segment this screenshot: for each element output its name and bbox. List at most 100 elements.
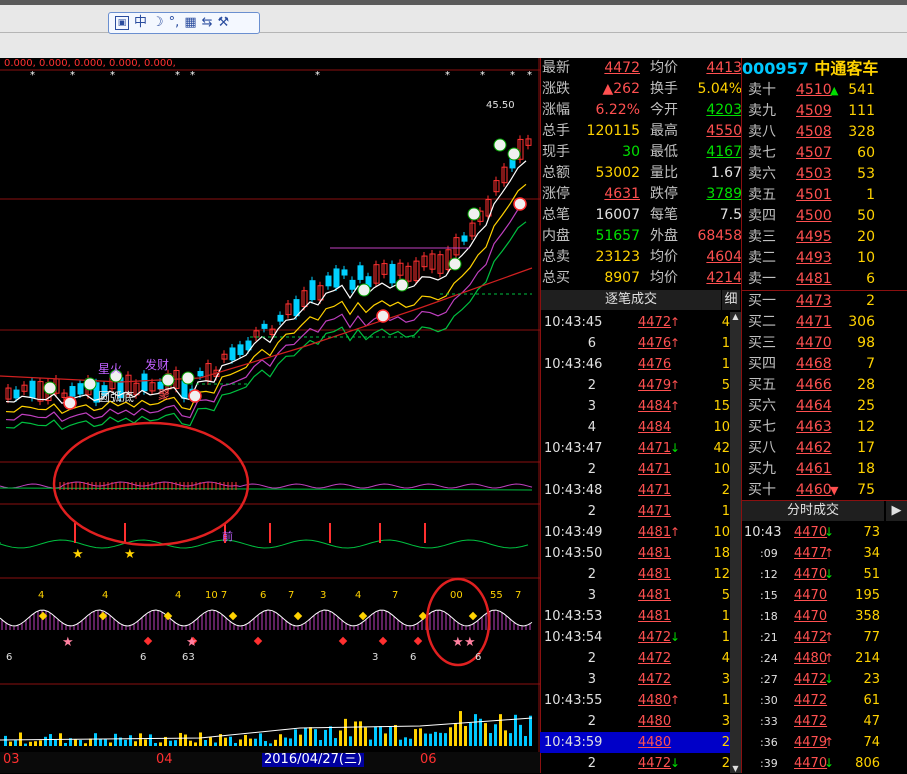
kline-chart-canvas[interactable]: * * * * * * * * * * ★ ★★ ★ ★ ★ (0, 58, 540, 752)
orderbook-row[interactable]: 买五 4466 28 (742, 375, 907, 396)
tick-row[interactable]: 2 4471 1 (540, 501, 730, 522)
tick-row[interactable]: 3 4472 3 (540, 669, 730, 690)
minute-row[interactable]: :21 4472 ↑ 77 (742, 627, 907, 648)
minute-row[interactable]: :18 4470 358 (742, 606, 907, 627)
tick-volume: 3 (721, 672, 730, 687)
orderbook-row[interactable]: 买三 4470 98 (742, 333, 907, 354)
ime-moon-icon[interactable]: ☽ (152, 14, 164, 32)
tick-row[interactable]: 2 4472 ↓ 2 (540, 753, 730, 774)
volume-bar (264, 741, 267, 746)
scroll-down-icon[interactable]: ▼ (730, 764, 741, 773)
tick-row[interactable]: 10:43:47 4471 ↓ 42 (540, 438, 730, 459)
scroll-up-icon[interactable]: ▲ (730, 312, 741, 321)
orderbook-row[interactable]: 买一 4473 2 (742, 291, 907, 312)
orderbook-volume: 60 (857, 145, 875, 161)
ime-logo-icon[interactable]: ▣ (115, 16, 129, 30)
orderbook-row[interactable]: 卖四 4500 50 (742, 206, 907, 227)
minute-arrow: ↑ (824, 735, 835, 749)
minute-time: 10:43 (744, 525, 782, 540)
ime-keyboard-icon[interactable]: ▦ (184, 14, 196, 32)
minute-panel-next-icon[interactable]: ▶ (886, 501, 907, 521)
tick-row[interactable]: 10:43:55 4480 ↑ 1 (540, 690, 730, 711)
minute-row[interactable]: :24 4480 ↑ 214 (742, 648, 907, 669)
ime-settings-icon[interactable]: ⚒ (218, 14, 230, 32)
minute-row[interactable]: :27 4472 ↓ 23 (742, 669, 907, 690)
quote-label: 总卖 (542, 249, 570, 265)
tick-row[interactable]: 10:43:49 4481 ↑ 10 (540, 522, 730, 543)
orderbook-row[interactable]: 卖十 4510 ▲ 541 (742, 80, 907, 101)
tick-row[interactable]: 3 4481 5 (540, 585, 730, 606)
orderbook-row[interactable]: 买六 4464 25 (742, 396, 907, 417)
tick-row[interactable]: 10:43:46 4476 1 (540, 354, 730, 375)
tick-row[interactable]: 10:43:45 4472 ↑ 4 (540, 312, 730, 333)
minute-volume: 806 (855, 756, 880, 771)
orderbook-row[interactable]: 买七 4463 12 (742, 417, 907, 438)
tick-row[interactable]: 2 4472 4 (540, 648, 730, 669)
tick-row[interactable]: 10:43:54 4472 ↓ 1 (540, 627, 730, 648)
tick-row[interactable]: 2 4481 12 (540, 564, 730, 585)
ime-switch-icon[interactable]: ⇆ (202, 14, 213, 32)
tick-row[interactable]: 10:43:50 4481 18 (540, 543, 730, 564)
ticks-scrollbar[interactable]: ▲ ▼ (730, 312, 741, 773)
tick-time: 10:43:48 (544, 483, 603, 498)
tick-price: 4484 (638, 399, 672, 414)
tick-row[interactable]: 10:43:48 4471 2 (540, 480, 730, 501)
orderbook-row[interactable]: 卖三 4495 20 (742, 227, 907, 248)
tick-row[interactable]: 3 4484 ↑ 15 (540, 396, 730, 417)
tick-time: 4 (587, 420, 596, 435)
quote-row: 涨幅 6.22% 今开 4203 (540, 100, 742, 121)
volume-bar (234, 742, 237, 746)
tick-row[interactable]: 2 4480 3 (540, 711, 730, 732)
tick-row[interactable]: 2 4471 10 (540, 459, 730, 480)
tick-row[interactable]: 4 4484 10 (540, 417, 730, 438)
orderbook-row[interactable]: 卖六 4503 53 (742, 164, 907, 185)
orderbook-row[interactable]: 卖八 4508 328 (742, 122, 907, 143)
star-marker: * (315, 70, 320, 81)
ime-punct-icon[interactable]: °, (169, 14, 180, 32)
ime-lang-toggle[interactable]: 中 (134, 14, 147, 32)
minute-row[interactable]: :39 4470 ↓ 806 (742, 753, 907, 774)
volume-bar (354, 721, 357, 746)
minute-row[interactable]: 10:43 4470 ↓ 73 (742, 522, 907, 543)
ime-toolbar[interactable]: ▣ 中 ☽ °, ▦ ⇆ ⚒ (108, 12, 260, 34)
orderbook-row[interactable]: 卖一 4481 6 (742, 269, 907, 290)
tab-minute-trades[interactable]: 分时成交 (742, 501, 884, 521)
orderbook-volume: 20 (857, 229, 875, 245)
orderbook-row[interactable]: 买八 4462 17 (742, 438, 907, 459)
minute-volume: 34 (863, 546, 880, 561)
tick-volume: 4 (721, 651, 730, 666)
tick-row[interactable]: 10:43:59 4480 2 (540, 732, 730, 753)
minute-row[interactable]: :15 4470 195 (742, 585, 907, 606)
star-marker: ★ (186, 635, 198, 650)
volume-bar (304, 727, 307, 746)
orderbook-row[interactable]: 买九 4461 18 (742, 459, 907, 480)
orderbook-row[interactable]: 卖七 4507 60 (742, 143, 907, 164)
orderbook-row[interactable]: 买四 4468 7 (742, 354, 907, 375)
minute-row[interactable]: :36 4479 ↑ 74 (742, 732, 907, 753)
tick-arrow: ↑ (670, 693, 681, 707)
tab-tick-trades[interactable]: 逐笔成交 (541, 290, 721, 310)
orderbook-row[interactable]: 卖九 4509 111 (742, 101, 907, 122)
minute-row[interactable]: :09 4477 ↑ 34 (742, 543, 907, 564)
orderbook-row[interactable]: 卖五 4501 1 (742, 185, 907, 206)
quote-row: 总笔 16007 每笔 7.5 (540, 205, 742, 226)
tick-price: 4480 (638, 735, 672, 750)
orderbook-row[interactable]: 卖二 4493 10 (742, 248, 907, 269)
volume-bar (404, 737, 407, 746)
minute-row[interactable]: :33 4472 47 (742, 711, 907, 732)
signal-diamond (378, 636, 388, 646)
tab-detail[interactable]: 细 (722, 290, 740, 310)
quote-label: 换手 (650, 81, 678, 97)
quote-row: 涨跌 ▲262 换手 5.04% (540, 79, 742, 100)
tick-row[interactable]: 10:43:53 4481 1 (540, 606, 730, 627)
quote-value: 120115 (586, 123, 640, 139)
orderbook-row[interactable]: 买十 4460 ▼ 75 (742, 480, 907, 501)
quote-label: 最新 (542, 60, 570, 76)
minute-row[interactable]: :12 4470 ↓ 51 (742, 564, 907, 585)
kline-chart[interactable]: * * * * * * * * * * ★ ★ ★ ★ ★ ★ 0.000, 0.000, 0.000, 0… (0, 58, 540, 773)
tick-row[interactable]: 2 4479 ↑ 5 (540, 375, 730, 396)
orderbook-row[interactable]: 买二 4471 306 (742, 312, 907, 333)
minute-row[interactable]: :30 4472 61 (742, 690, 907, 711)
signal-bottom-number: 3 (372, 652, 379, 663)
tick-row[interactable]: 6 4476 ↑ 1 (540, 333, 730, 354)
